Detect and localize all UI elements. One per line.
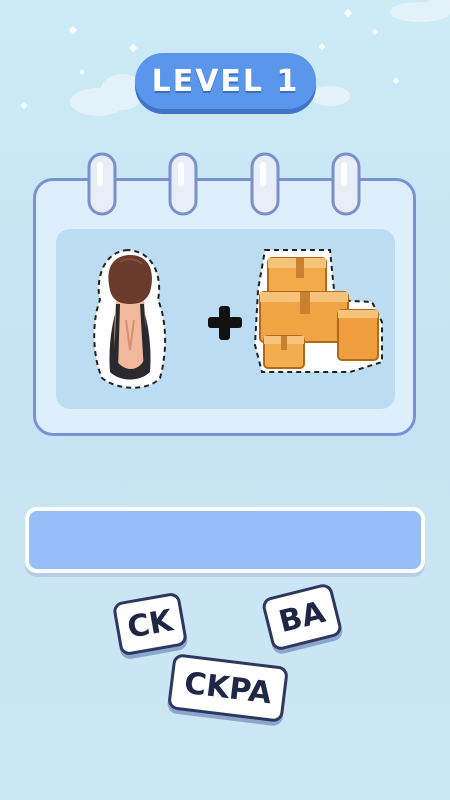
woman-back-icon bbox=[93, 248, 167, 389]
tile-label: BA bbox=[275, 594, 329, 640]
cardboard-boxes-icon bbox=[253, 249, 383, 373]
answer-field[interactable] bbox=[25, 507, 425, 573]
tile-label: CK bbox=[124, 602, 176, 646]
plus-icon bbox=[208, 306, 242, 340]
tile-label: CKPA bbox=[182, 665, 274, 711]
